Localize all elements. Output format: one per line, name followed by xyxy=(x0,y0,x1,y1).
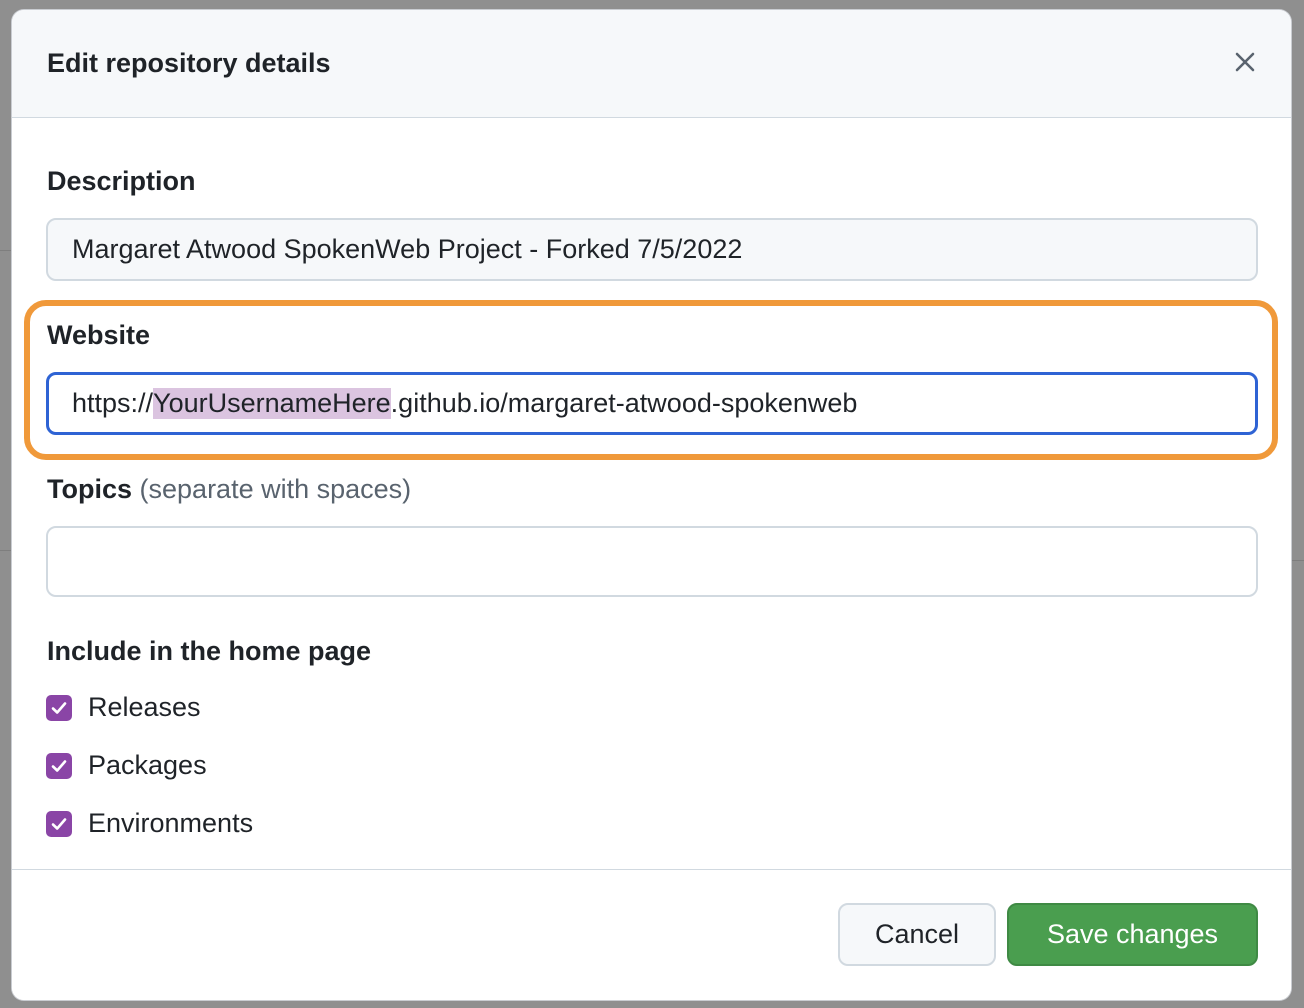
description-value: Margaret Atwood SpokenWeb Project - Fork… xyxy=(72,234,743,264)
save-changes-button[interactable]: Save changes xyxy=(1007,903,1258,966)
releases-label: Releases xyxy=(88,692,201,722)
dialog-header: Edit repository details xyxy=(12,10,1291,118)
topics-input[interactable] xyxy=(46,526,1258,597)
topics-label-text: Topics xyxy=(47,474,133,504)
home-page-heading: Include in the home page xyxy=(47,636,372,666)
website-value-selected: YourUsernameHere xyxy=(153,388,391,419)
description-input[interactable]: Margaret Atwood SpokenWeb Project - Fork… xyxy=(46,218,1258,281)
releases-checkbox[interactable] xyxy=(46,694,72,721)
releases-option[interactable]: Releases xyxy=(46,692,201,723)
website-value-prefix: https:// xyxy=(72,388,154,418)
checkmark-icon xyxy=(51,759,67,772)
website-label: Website xyxy=(47,320,151,350)
environments-checkbox[interactable] xyxy=(46,810,72,837)
checkmark-icon xyxy=(51,817,67,830)
dialog-body: Description Margaret Atwood SpokenWeb Pr… xyxy=(12,118,1291,870)
packages-label: Packages xyxy=(88,750,207,780)
background-divider xyxy=(0,550,12,551)
dialog-title: Edit repository details xyxy=(47,48,331,78)
background-divider xyxy=(0,250,12,251)
background-divider xyxy=(1291,560,1304,561)
packages-option[interactable]: Packages xyxy=(46,750,207,781)
topics-label: Topics (separate with spaces) xyxy=(47,474,411,505)
close-icon xyxy=(1235,52,1255,72)
website-value-suffix: .github.io/margaret-atwood-spokenweb xyxy=(390,388,858,418)
website-input[interactable]: https://YourUsernameHere .github.io/marga… xyxy=(46,372,1258,435)
topics-hint: (separate with spaces) xyxy=(139,474,412,504)
description-label: Description xyxy=(47,166,196,196)
packages-checkbox[interactable] xyxy=(46,752,72,779)
environments-label: Environments xyxy=(88,808,254,838)
edit-repository-dialog: Edit repository details Description Marg… xyxy=(12,10,1291,1000)
checkmark-icon xyxy=(51,701,67,714)
dialog-footer: Cancel Save changes xyxy=(12,869,1291,1000)
environments-option[interactable]: Environments xyxy=(46,808,253,839)
close-button[interactable] xyxy=(1229,46,1261,78)
cancel-button[interactable]: Cancel xyxy=(838,903,996,966)
